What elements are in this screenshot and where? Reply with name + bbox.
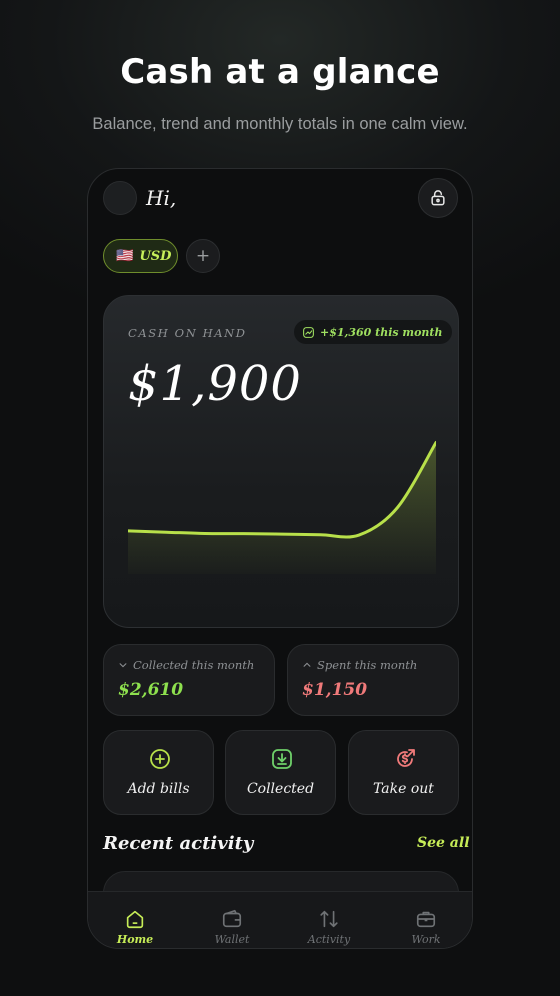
briefcase-icon <box>416 911 436 928</box>
dollar-out-icon <box>397 749 415 767</box>
tab-wallet-label: Wallet <box>214 933 250 946</box>
collected-stat-card[interactable]: Collected this month $2,610 <box>103 644 275 716</box>
add-currency-button[interactable]: + <box>186 239 220 273</box>
us-flag-icon: 🇺🇸 <box>116 248 134 264</box>
balance-chart <box>128 441 436 574</box>
spent-label-row: Spent this month <box>302 658 417 672</box>
collected-button[interactable]: Collected <box>225 730 336 815</box>
spent-stat-card[interactable]: Spent this month $1,150 <box>287 644 459 716</box>
chevron-up-icon <box>303 662 311 667</box>
cash-amount: $1,900 <box>128 356 302 412</box>
collected-label-row: Collected this month <box>118 658 254 672</box>
tab-home-label: Home <box>116 933 154 946</box>
avatar[interactable] <box>103 181 137 215</box>
currency-code: USD <box>139 248 172 264</box>
cash-label: CASH ON HAND <box>128 326 247 340</box>
spent-label: Spent this month <box>317 658 418 672</box>
phone-frame: Hi, 🇺🇸 USD + CASH ON HAND +$1,360 this m… <box>87 168 473 949</box>
tab-activity[interactable]: Activity <box>289 892 369 948</box>
collected-label: Collected this month <box>133 658 255 672</box>
tab-activity-label: Activity <box>307 933 351 946</box>
plus-circle-icon <box>150 749 170 769</box>
tab-work-label: Work <box>411 933 441 946</box>
bottom-tab-bar: Home Wallet Activity Work <box>88 891 472 948</box>
take-out-label: Take out <box>373 781 434 797</box>
spent-value: $1,150 <box>302 680 368 700</box>
download-icon <box>272 749 292 769</box>
take-out-button[interactable]: Take out <box>348 730 459 815</box>
trend-badge: +$1,360 this month <box>294 320 453 344</box>
wallet-icon <box>222 909 242 928</box>
cash-on-hand-card: CASH ON HAND +$1,360 this month $1,900 <box>103 295 459 628</box>
add-bills-button[interactable]: Add bills <box>103 730 214 815</box>
tab-work[interactable]: Work <box>386 892 466 948</box>
home-icon <box>126 910 144 929</box>
trend-up-icon <box>303 326 314 338</box>
tab-home[interactable]: Home <box>95 892 175 948</box>
greeting: Hi, <box>146 186 177 210</box>
tab-wallet[interactable]: Wallet <box>192 892 272 948</box>
trend-text: +$1,360 this month <box>320 325 443 339</box>
currency-chip-usd[interactable]: 🇺🇸 USD <box>103 239 178 273</box>
collected-value: $2,610 <box>118 680 184 700</box>
hero-title: Cash at a glance <box>120 52 440 92</box>
lock-button[interactable] <box>418 178 458 218</box>
chart-area-fill <box>128 442 436 574</box>
chevron-down-icon <box>119 663 127 668</box>
add-bills-label: Add bills <box>127 781 190 797</box>
lock-icon <box>431 190 445 206</box>
hero-subtitle: Balance, trend and monthly totals in one… <box>92 115 468 133</box>
collected-action-label: Collected <box>246 781 315 797</box>
see-all-link[interactable]: See all <box>417 835 470 851</box>
recent-activity-title: Recent activity <box>103 833 254 854</box>
arrows-icon <box>320 910 338 928</box>
plus-icon: + <box>195 246 211 266</box>
